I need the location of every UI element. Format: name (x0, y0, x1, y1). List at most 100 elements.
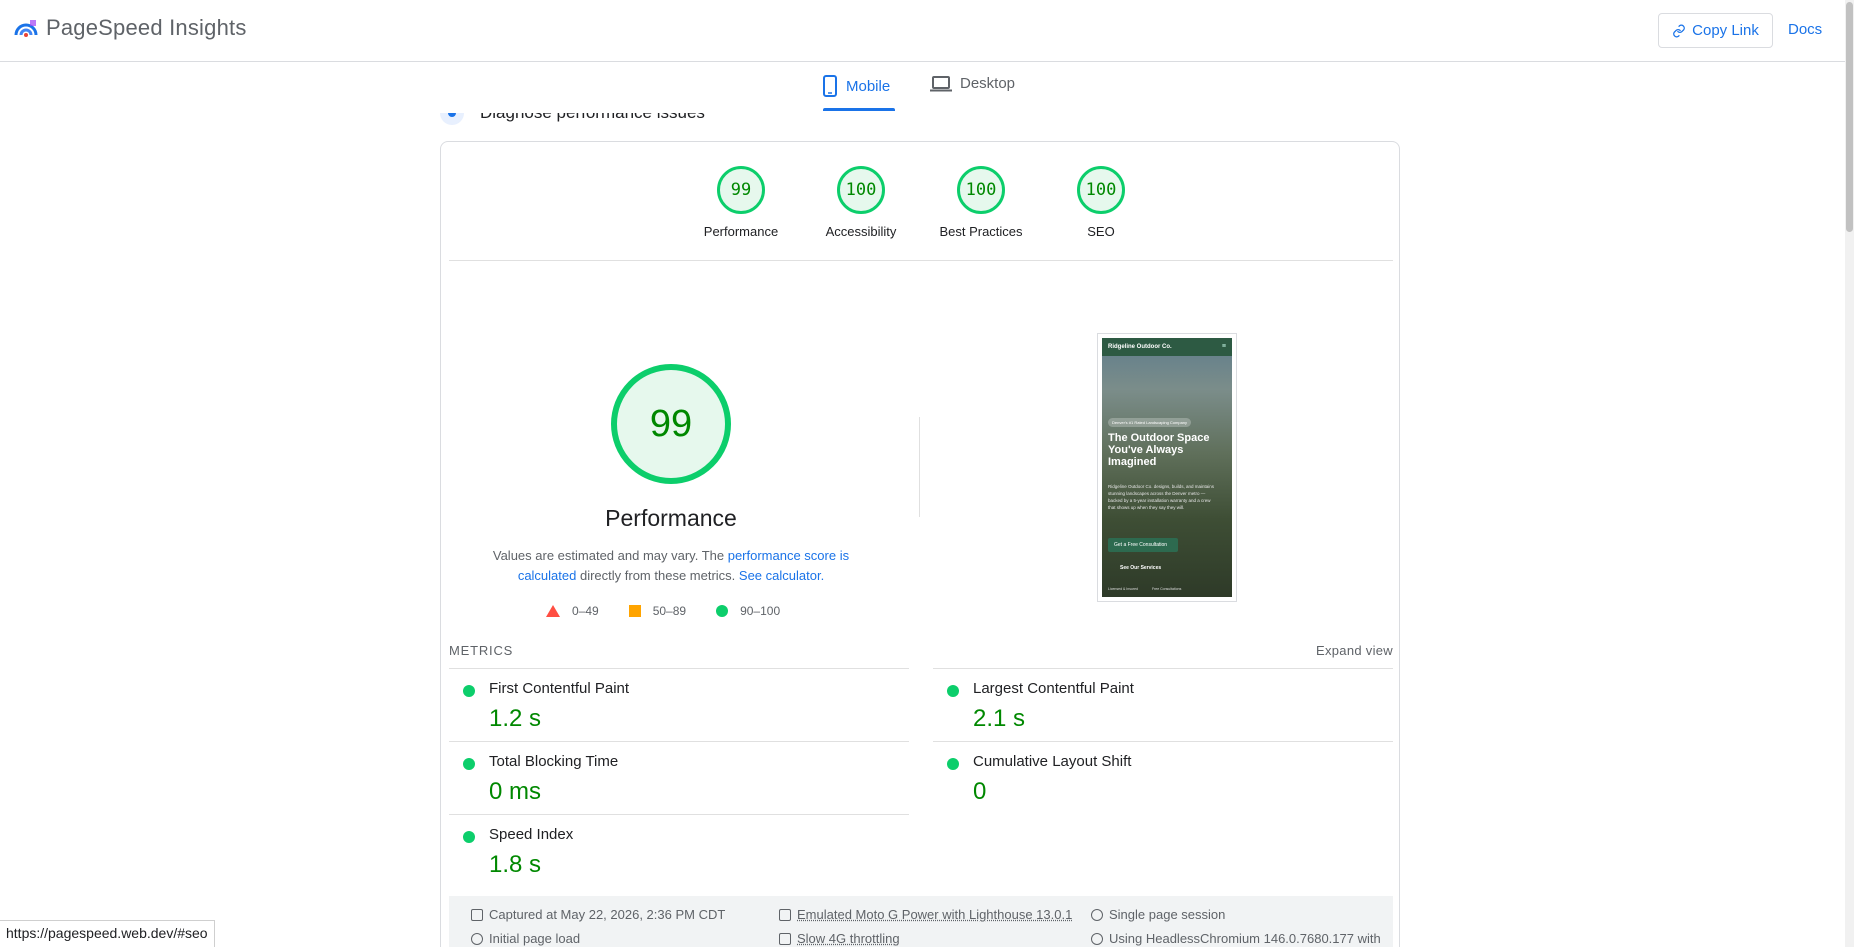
shot-header: Ridgeline Outdoor Co. ≡ (1102, 338, 1232, 356)
shot-cta-primary: Get a Free Consultation (1108, 538, 1178, 552)
square-icon (628, 605, 641, 617)
smartphone-icon (823, 75, 837, 97)
captured-info: Captured at May 22, 2026, 2:36 PM CDT (471, 907, 725, 922)
menu-icon: ≡ (1221, 343, 1226, 350)
metric-name: Speed Index (489, 826, 574, 843)
docs-link[interactable]: Docs (1788, 21, 1822, 38)
run-info: Captured at May 22, 2026, 2:36 PM CDT Em… (449, 896, 1393, 947)
devices-icon (779, 908, 791, 921)
expand-view-button[interactable]: Expand view (1316, 643, 1393, 658)
metric-value: 0 ms (489, 778, 542, 805)
tab-desktop-label: Desktop (960, 75, 1016, 92)
metric-value: 1.8 s (489, 851, 542, 878)
score-label: Best Practices (939, 224, 1023, 239)
circle-icon (716, 605, 729, 617)
legend-fail: 0–49 (546, 604, 599, 618)
tab-mobile-label: Mobile (846, 77, 891, 95)
metric-name: Largest Contentful Paint (973, 680, 1134, 697)
shot-site-name: Ridgeline Outdoor Co. (1108, 344, 1172, 350)
score-best-practices[interactable]: 100 Best Practices (921, 166, 1041, 239)
metrics-heading: METRICS (449, 643, 514, 658)
wifi-icon (779, 932, 791, 945)
triangle-icon (546, 605, 560, 617)
metric-value: 1.2 s (489, 705, 542, 732)
score-label: Performance (703, 224, 779, 239)
desc-prefix: Values are estimated and may vary. The (492, 548, 728, 563)
performance-title: Performance (605, 505, 737, 531)
pass-circle-icon (947, 758, 959, 770)
metric-value: 2.1 s (973, 705, 1026, 732)
page-screenshot[interactable]: Ridgeline Outdoor Co. ≡ Denver's #1 Rate… (1097, 333, 1237, 602)
tab-desktop[interactable]: Desktop (930, 75, 1015, 92)
legend-range: 90–100 (740, 604, 781, 618)
active-tab-indicator (823, 108, 895, 111)
score-performance[interactable]: 99 Performance (681, 166, 801, 239)
score-gauge: 100 (837, 166, 885, 214)
metric-cls: Cumulative Layout Shift 0 (933, 741, 1393, 814)
device-tabs: Mobile Desktop (0, 63, 1845, 113)
device-info[interactable]: Emulated Moto G Power with Lighthouse 13… (779, 907, 1072, 922)
performance-description: Values are estimated and may vary. The p… (491, 546, 851, 586)
app-title[interactable]: PageSpeed Insights (46, 15, 247, 41)
shot-cta-secondary: See Our Services (1120, 565, 1162, 571)
metric-si: Speed Index 1.8 s (449, 814, 909, 887)
vertical-divider (919, 417, 920, 517)
session-icon (1091, 908, 1103, 921)
screenshot-content: Ridgeline Outdoor Co. ≡ Denver's #1 Rate… (1102, 338, 1232, 597)
tab-mobile[interactable]: Mobile (822, 75, 890, 97)
session-info: Single page session (1091, 907, 1225, 922)
shot-footer: Licensed & Insured Free Consultations (1108, 587, 1228, 591)
score-label: SEO (1087, 224, 1115, 239)
timer-icon (471, 932, 483, 945)
captured-text: Captured at May 22, 2026, 2:36 PM CDT (489, 907, 726, 922)
session-text: Single page session (1109, 907, 1226, 922)
browser-info: Using HeadlessChromium 146.0.7680.177 wi… (1091, 931, 1381, 946)
performance-gauge: 99 (611, 364, 731, 484)
shot-foot-right: Free Consultations (1151, 587, 1182, 591)
laptop-icon (930, 75, 952, 91)
metric-fcp: First Contentful Paint 1.2 s (449, 668, 909, 741)
score-seo[interactable]: 100 SEO (1041, 166, 1161, 239)
shot-foot-left: Licensed & Insured (1108, 587, 1138, 591)
calendar-icon (471, 908, 483, 921)
score-gauge: 100 (1077, 166, 1125, 214)
shot-body: Ridgeline Outdoor Co. designs, builds, a… (1108, 484, 1215, 510)
category-scores: 99 Performance 100 Accessibility 100 Bes… (441, 166, 1399, 246)
app-header: PageSpeed Insights Copy Link Docs (0, 0, 1845, 62)
legend-pass: 90–100 (716, 604, 780, 618)
score-label: Accessibility (825, 224, 897, 239)
shot-headline: The Outdoor Space You've Always Imagined (1108, 432, 1210, 468)
metric-name: First Contentful Paint (489, 680, 630, 697)
score-gauge: 100 (957, 166, 1005, 214)
legend-average: 50–89 (628, 604, 687, 618)
pass-circle-icon (947, 685, 959, 697)
device-text: Emulated Moto G Power with Lighthouse 13… (797, 907, 1073, 922)
chrome-icon (1091, 932, 1103, 945)
scrollbar-thumb[interactable] (1846, 2, 1853, 232)
pagespeed-logo-icon[interactable] (14, 17, 38, 41)
shot-pill: Denver's #1 Rated Landscaping Company (1108, 418, 1192, 427)
metric-tbt: Total Blocking Time 0 ms (449, 741, 909, 814)
copy-link-button[interactable]: Copy Link (1658, 13, 1773, 48)
load-text: Initial page load (489, 931, 581, 946)
score-gauge: 99 (717, 166, 765, 214)
legend-range: 0–49 (572, 604, 599, 618)
desc-mid: directly from these metrics. (576, 568, 739, 583)
divider (449, 260, 1393, 261)
see-calculator-link[interactable]: See calculator. (739, 568, 824, 583)
copy-link-label: Copy Link (1692, 22, 1759, 39)
score-accessibility[interactable]: 100 Accessibility (801, 166, 921, 239)
throttling-info[interactable]: Slow 4G throttling (779, 931, 900, 946)
load-info: Initial page load (471, 931, 580, 946)
pass-circle-icon (463, 831, 475, 843)
metric-name: Total Blocking Time (489, 753, 619, 770)
browser-text: Using HeadlessChromium 146.0.7680.177 wi… (1109, 931, 1381, 946)
link-status-url: https://pagespeed.web.dev/#seo (0, 920, 215, 947)
pass-circle-icon (463, 685, 475, 697)
metrics-header: METRICS Expand view (449, 643, 1393, 658)
throttling-text: Slow 4G throttling (797, 931, 900, 946)
legend-range: 50–89 (652, 604, 687, 618)
page: PageSpeed Insights Copy Link Docs Mobile… (0, 0, 1854, 947)
link-icon (1673, 24, 1685, 37)
metric-lcp: Largest Contentful Paint 2.1 s (933, 668, 1393, 741)
